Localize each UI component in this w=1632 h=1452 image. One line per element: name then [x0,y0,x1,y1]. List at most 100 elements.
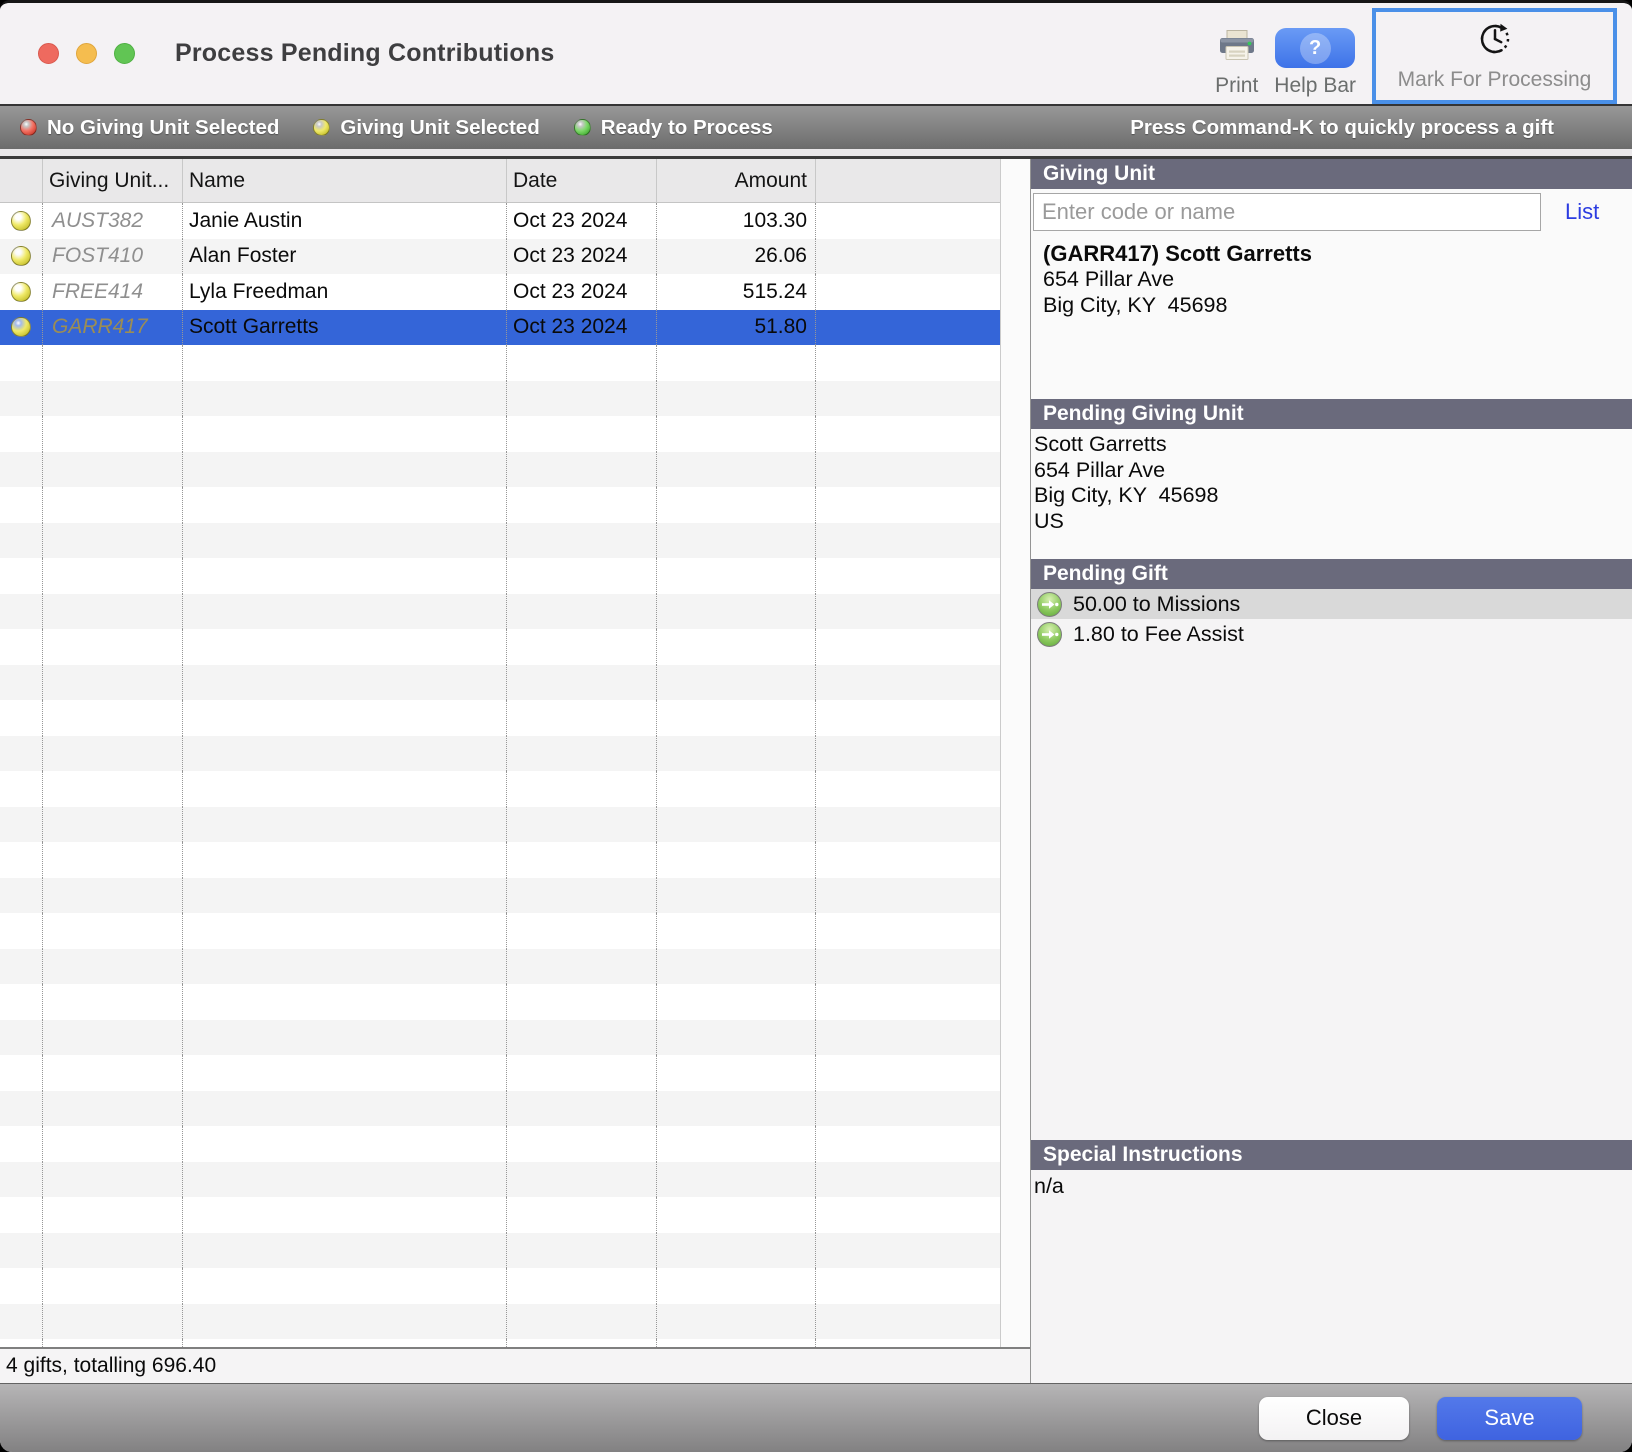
cell-name [183,629,507,665]
mark-for-processing-button[interactable]: Mark For Processing [1372,8,1617,104]
vertical-scrollbar-track[interactable] [1000,159,1030,1347]
pending-gift-row[interactable]: 50.00 to Missions [1031,589,1632,619]
cell-amount [657,984,816,1020]
yellow-status-ball-icon [11,246,31,266]
cell-date [507,1268,657,1304]
table-filler-row [0,558,1000,594]
pending-giving-unit-line: Scott Garretts [1034,432,1632,458]
column-header-code[interactable]: Giving Unit... [43,159,183,202]
save-button[interactable]: Save [1437,1397,1582,1440]
cell-amount [657,345,816,381]
cell-spacer [816,203,1000,239]
table-filler-row [0,523,1000,559]
cell-status [0,771,43,807]
cell-code [43,594,183,630]
table-row[interactable]: AUST382Janie AustinOct 23 2024103.30 [0,203,1000,239]
special-instructions-value: n/a [1031,1170,1632,1383]
cell-date [507,1020,657,1056]
cell-amount [657,594,816,630]
cell-name [183,913,507,949]
cell-date [507,381,657,417]
contributions-table: Giving Unit...NameDateAmount AUST382Jani… [0,159,1000,1347]
cell-code [43,736,183,772]
cell-spacer [816,452,1000,488]
cell-status [0,487,43,523]
giving-unit-section: List (GARR417) Scott Garretts 654 Pillar… [1031,189,1632,399]
column-header-name[interactable]: Name [183,159,507,202]
cell-code [43,1020,183,1056]
cell-status [0,665,43,701]
print-label: Print [1215,74,1258,98]
cell-name [183,1162,507,1198]
close-button[interactable]: Close [1259,1397,1409,1440]
cell-code: FOST410 [43,239,183,275]
print-button[interactable]: Print [1215,29,1258,104]
column-header-amount[interactable]: Amount [657,159,816,202]
gifts-total-text: 4 gifts, totalling 696.40 [6,1354,216,1378]
table-filler-row [0,381,1000,417]
cell-name [183,771,507,807]
cell-spacer [816,345,1000,381]
cell-code [43,523,183,559]
table-filler-row [0,416,1000,452]
address-line: Big City, KY 45698 [1043,293,1632,319]
cell-code [43,1304,183,1340]
column-header-date[interactable]: Date [507,159,657,202]
gifts-total-statusbar: 4 gifts, totalling 696.40 [0,1347,1030,1383]
cell-name [183,842,507,878]
table-row[interactable]: FREE414Lyla FreedmanOct 23 2024515.24 [0,274,1000,310]
table-filler-row [0,700,1000,736]
cell-spacer [816,310,1000,346]
cell-date: Oct 23 2024 [507,203,657,239]
yellow-status-ball-icon [11,282,31,302]
cell-status [0,381,43,417]
table-filler-row [0,1126,1000,1162]
footer-bar: Close Save [0,1383,1632,1452]
cell-date [507,949,657,985]
green-status-ball-icon [574,119,591,136]
selected-giving-unit-name: (GARR417) Scott Garretts [1043,241,1632,267]
table-filler-row [0,771,1000,807]
cell-date [507,594,657,630]
yellow-status-ball-icon [11,211,31,231]
giving-unit-search-input[interactable] [1033,193,1541,231]
cell-spacer [816,416,1000,452]
cell-date [507,629,657,665]
minimize-window-button[interactable] [76,43,97,64]
cell-name [183,949,507,985]
contributions-list-area: Giving Unit...NameDateAmount AUST382Jani… [0,159,1030,1383]
close-window-button[interactable] [38,43,59,64]
table-row[interactable]: FOST410Alan FosterOct 23 202426.06 [0,239,1000,275]
cell-amount [657,1268,816,1304]
cell-code: GARR417 [43,310,183,346]
cell-amount [657,1055,816,1091]
legend-item: No Giving Unit Selected [20,116,279,140]
cell-code [43,913,183,949]
cell-date [507,1091,657,1127]
cell-spacer [816,1233,1000,1269]
cell-spacer [816,1020,1000,1056]
cell-name [183,1233,507,1269]
zoom-window-button[interactable] [114,43,135,64]
cell-name [183,878,507,914]
shortcut-hint: Press Command-K to quickly process a gif… [1130,116,1554,140]
pending-gift-row[interactable]: 1.80 to Fee Assist [1031,619,1632,649]
cell-name [183,416,507,452]
table-row[interactable]: GARR417Scott GarrettsOct 23 202451.80 [0,310,1000,346]
list-link[interactable]: List [1565,199,1599,225]
cell-spacer [816,1304,1000,1340]
cell-code [43,771,183,807]
cell-code: AUST382 [43,203,183,239]
cell-name [183,594,507,630]
cell-amount [657,949,816,985]
help-bar-button[interactable]: ? Help Bar [1274,28,1356,104]
cell-name [183,345,507,381]
command-k-key: Command-K [1192,116,1314,139]
cell-status [0,274,43,310]
cell-status [0,984,43,1020]
pending-giving-unit-line: 654 Pillar Ave [1034,458,1632,484]
cell-amount [657,452,816,488]
cell-code [43,1268,183,1304]
cell-date [507,736,657,772]
cell-date: Oct 23 2024 [507,310,657,346]
